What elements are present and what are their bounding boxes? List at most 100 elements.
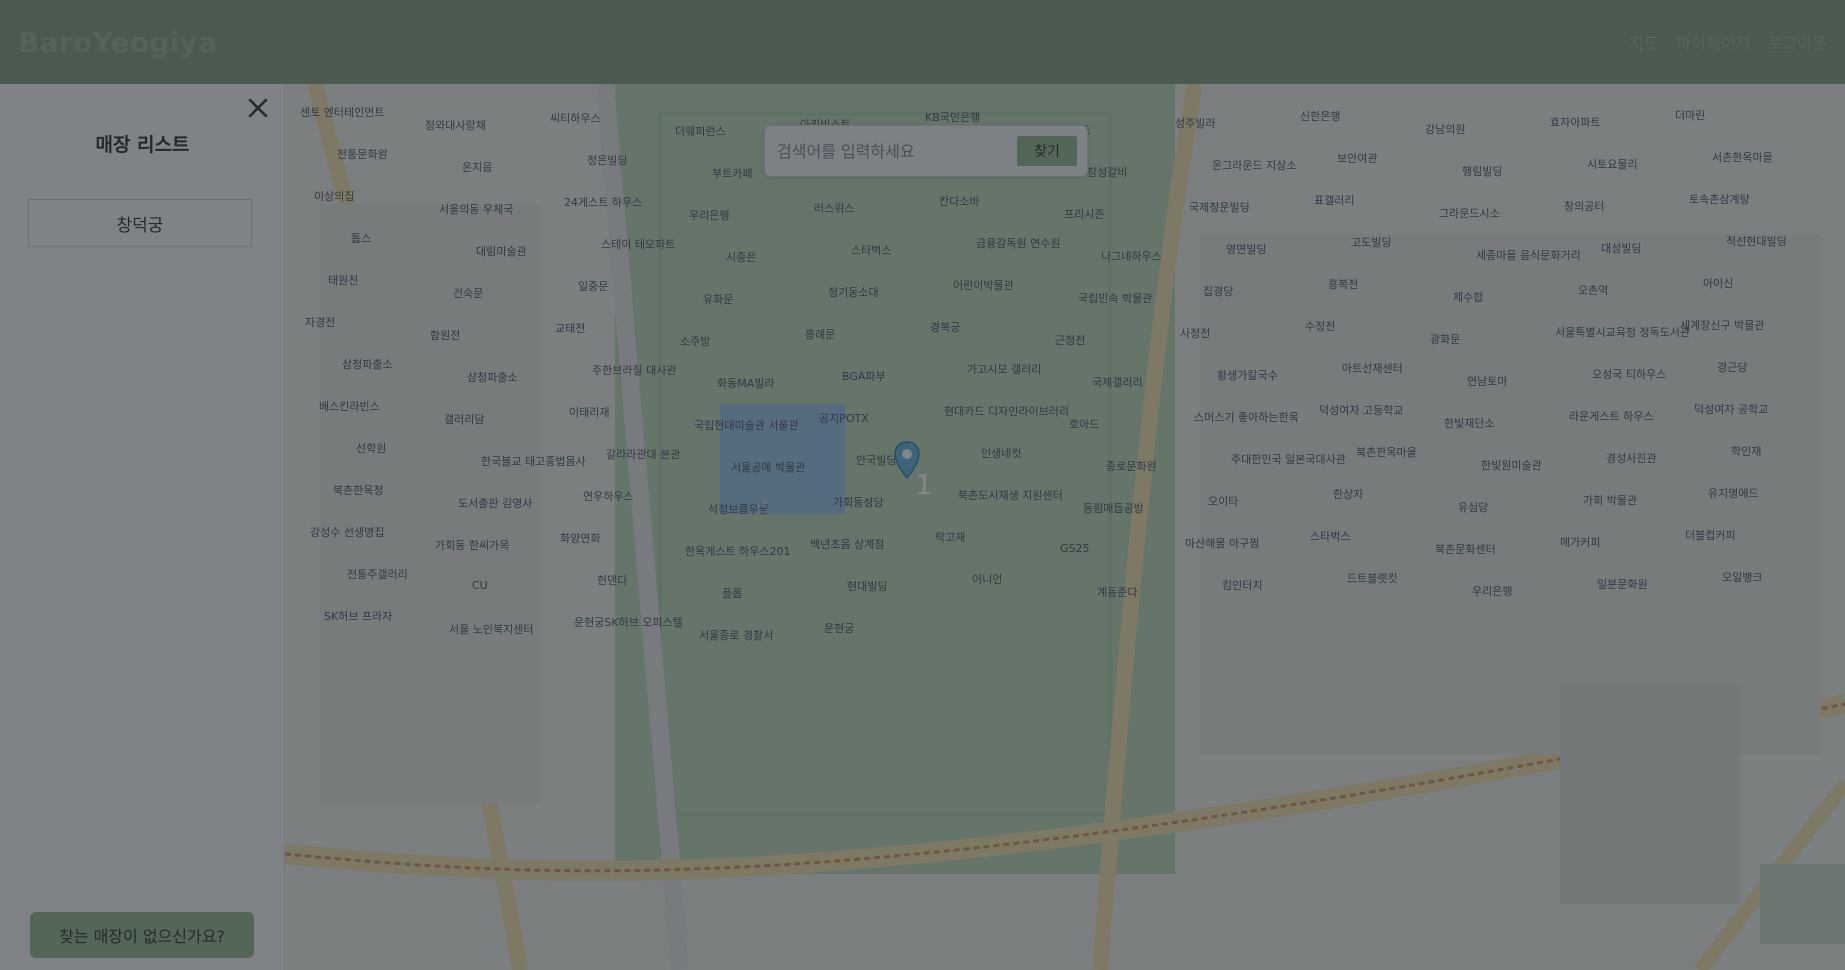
map-poi-label[interactable]: 종로문화원 — [1106, 458, 1157, 474]
map-poi-label[interactable]: 프리시즌 — [1064, 206, 1104, 222]
map-poi-label[interactable]: 더웨퍼런스 — [675, 123, 726, 139]
map-poi-label[interactable]: 전통주갤러리 — [347, 566, 408, 582]
map-poi-label[interactable]: 배스킨라빈스 — [319, 398, 380, 414]
map-poi-label[interactable]: 경복궁 — [930, 319, 960, 335]
map-poi-label[interactable]: 학인재 — [1731, 443, 1761, 459]
map-poi-label[interactable]: 씨티하우스 — [550, 110, 601, 126]
map-poi-label[interactable]: 더블컵커피 — [1685, 527, 1736, 543]
map-poi-label[interactable]: 이태리재 — [569, 404, 609, 420]
map-poi-label[interactable]: 현대카드 디자인라이브러리 — [944, 403, 1069, 419]
map-poi-label[interactable]: 안국빌딩 — [856, 452, 896, 468]
map-poi-label[interactable]: 일분문화원 — [1597, 576, 1648, 592]
map-poi-label[interactable]: 시중은 — [726, 249, 756, 265]
map-poi-label[interactable]: 북촌도시재생 지원센터 — [958, 487, 1063, 503]
map-poi-label[interactable]: 유지명에드 — [1708, 485, 1759, 501]
map-poi-label[interactable]: 라운게스트 하우스 — [1569, 408, 1653, 424]
brand-logo[interactable]: BaroYeogiya — [18, 26, 217, 59]
map-poi-label[interactable]: 오일뱅크 — [1722, 569, 1762, 585]
map-poi-label[interactable]: 광화문 — [1430, 331, 1460, 347]
map-poi-label[interactable]: 어린이박물관 — [953, 277, 1014, 293]
map-poi-label[interactable]: 효자아파트 — [1550, 114, 1601, 130]
map-poi-label[interactable]: 한옥게스트 하우스201 — [685, 543, 790, 559]
map-poi-label[interactable]: 흥복전 — [1328, 276, 1358, 292]
map-poi-label[interactable]: GS25 — [1060, 542, 1090, 555]
map-poi-label[interactable]: 연남토마 — [1467, 373, 1507, 389]
map-poi-label[interactable]: 태원전 — [328, 272, 358, 288]
map-poi-label[interactable]: 주한브라질 대사관 — [592, 362, 676, 378]
map-poi-label[interactable]: 토속촌삼계탕 — [1689, 191, 1750, 207]
map-poi-label[interactable]: 연우하우스 — [583, 488, 634, 504]
map-poi-label[interactable]: 행림빌딩 — [1462, 163, 1502, 179]
map-poi-label[interactable]: 가고시모 갤러리 — [967, 361, 1041, 377]
map-poi-label[interactable]: 오이타 — [1208, 493, 1238, 509]
map-poi-label[interactable]: 삼청파출소 — [467, 369, 518, 385]
nav-logout-link[interactable]: 로그아웃 — [1768, 30, 1827, 54]
map-poi-label[interactable]: 스머스기 좋아하는한옥 — [1194, 409, 1299, 425]
map-poi-label[interactable]: 우리은행 — [689, 207, 729, 223]
map-poi-label[interactable]: 세계장신구 박물관 — [1680, 317, 1764, 333]
map-poi-label[interactable]: 국제갤러리 — [1092, 374, 1143, 390]
map-poi-label[interactable]: 온지음 — [462, 159, 492, 175]
map-poi-label[interactable]: 한국불교 태고종법몸사 — [481, 453, 586, 469]
map-poi-label[interactable]: 대성빌딩 — [1601, 240, 1641, 256]
map-poi-label[interactable]: 서울특별시교육청 정독도서관 — [1555, 324, 1690, 340]
map-poi-label[interactable]: 국제청운빌딩 — [1189, 199, 1250, 215]
map-poi-label[interactable]: 플롭 — [722, 585, 742, 601]
map-poi-label[interactable]: 헌덴다 — [597, 572, 627, 588]
map-poi-label[interactable]: 공지POTX — [819, 410, 869, 426]
map-poi-label[interactable]: 동림매듭공방 — [1083, 500, 1144, 516]
map-poi-label[interactable]: 온그라운드 지상소 — [1212, 157, 1296, 173]
map-poi-label[interactable]: 칸다소바 — [939, 193, 979, 209]
map-poi-label[interactable]: 표갤러리 — [1314, 192, 1354, 208]
map-poi-label[interactable]: 한빛원미술관 — [1481, 457, 1542, 473]
map-poi-label[interactable]: 부트카페 — [712, 165, 752, 181]
map-poi-label[interactable]: 선학원 — [356, 440, 386, 456]
map-poi-label[interactable]: BGA파부 — [842, 368, 886, 384]
map-poi-label[interactable]: 오촌역 — [1578, 282, 1608, 298]
map-poi-label[interactable]: 더마린 — [1675, 107, 1705, 123]
map-poi-label[interactable]: 국립민속 박물관 — [1078, 290, 1152, 306]
nav-mypage-link[interactable]: 마이페이지 — [1677, 30, 1751, 54]
map-poi-label[interactable]: 시토요물리 — [1587, 156, 1638, 172]
map-poi-label[interactable]: 황생가칼국수 — [1217, 367, 1278, 383]
map-poi-label[interactable]: 강남의원 — [1425, 121, 1465, 137]
map-poi-label[interactable]: 삼청파출소 — [342, 356, 393, 372]
map-poi-label[interactable]: 소주방 — [680, 333, 710, 349]
map-poi-label[interactable]: 갤러리담 — [444, 411, 484, 427]
map-poi-label[interactable]: 스타벅스 — [851, 242, 891, 258]
map-poi-label[interactable]: 우리은행 — [1472, 583, 1512, 599]
map-poi-label[interactable]: 드트블렛킷 — [1347, 570, 1398, 586]
map-poi-label[interactable]: 제수합 — [1453, 289, 1483, 305]
map-poi-label[interactable]: 마산해물 아구찜 — [1185, 535, 1259, 551]
map-poi-label[interactable]: 백년초음 상계점 — [810, 536, 884, 552]
map-poi-label[interactable]: 적선현대빌딩 — [1726, 233, 1787, 249]
map-poi-label[interactable]: 센토 엔터테인먼트 — [300, 104, 384, 120]
map-poi-label[interactable]: 성주빌라 — [1175, 115, 1215, 131]
map-poi-label[interactable]: 영면빌딩 — [1226, 241, 1266, 257]
map-poi-label[interactable]: 북촌한옥청 — [333, 482, 384, 498]
map-poi-label[interactable]: 가회동 한씨가옥 — [435, 537, 509, 553]
map-poi-label[interactable]: 운현궁 — [824, 620, 854, 636]
map-poi-label[interactable]: 운현궁SK허브 오피스텔 — [574, 614, 683, 630]
map-poi-label[interactable]: 서울공예 박물관 — [731, 459, 805, 475]
map-poi-label[interactable]: 어니언 — [972, 571, 1002, 587]
map-poi-label[interactable]: 북촌한옥마을 — [1356, 444, 1417, 460]
map-poi-label[interactable]: 금융감독원 연수원 — [976, 235, 1060, 251]
map-poi-label[interactable]: 나그네하우스 — [1101, 248, 1162, 264]
map-poi-label[interactable]: 24게스트 하우스 — [564, 194, 642, 210]
map-poi-label[interactable]: 건숙문 — [453, 285, 483, 301]
map-poi-label[interactable]: 현대빌딩 — [847, 578, 887, 594]
store-list-item[interactable]: 창덕궁 — [28, 199, 252, 247]
map-poi-label[interactable]: 메가커피 — [1560, 534, 1600, 550]
map-poi-label[interactable]: 킴인터치 — [1222, 577, 1262, 593]
map-poi-label[interactable]: 흥례문 — [805, 326, 835, 342]
map-poi-label[interactable]: 스테이 테오파트 — [601, 236, 675, 252]
map-poi-label[interactable]: 일중문 — [578, 278, 608, 294]
map-poi-label[interactable]: 락고재 — [935, 529, 965, 545]
map-poi-label[interactable]: 한상자 — [1333, 486, 1363, 502]
search-button[interactable]: 찾기 — [1017, 136, 1077, 166]
map-poi-label[interactable]: 인생네컷 — [981, 445, 1021, 461]
map-poi-label[interactable]: 계동준다 — [1097, 584, 1137, 600]
map-poi-label[interactable]: 아이신 — [1703, 275, 1733, 291]
map-poi-label[interactable]: 화양연화 — [560, 530, 600, 546]
